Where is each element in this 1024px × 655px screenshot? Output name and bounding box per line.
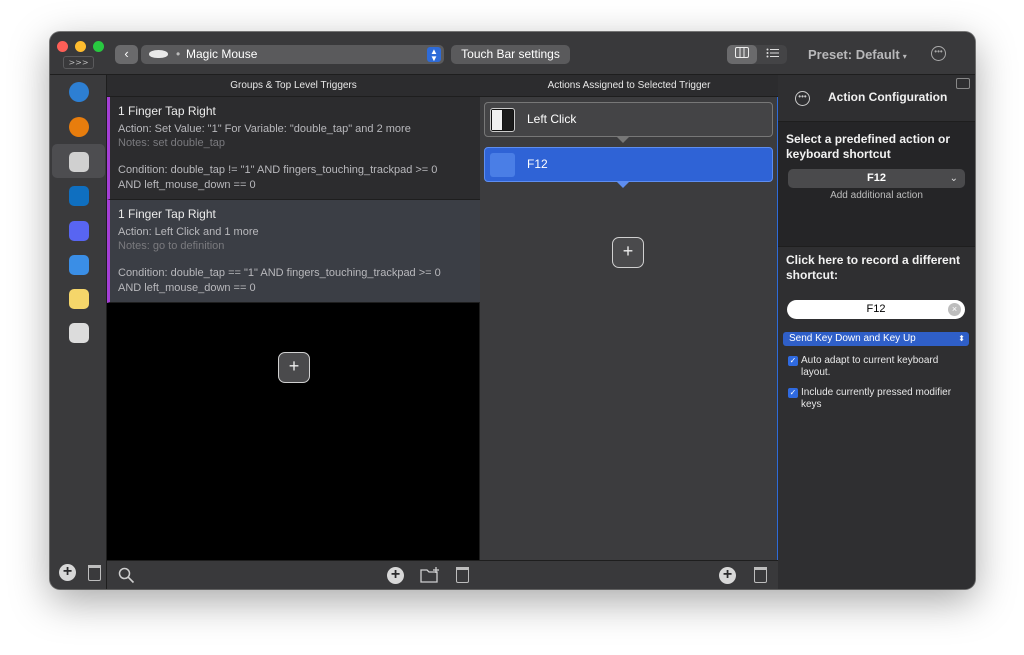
- columns-view-button[interactable]: [727, 45, 757, 64]
- globe-app-icon[interactable]: [69, 82, 89, 102]
- add-additional-action-link[interactable]: Add additional action: [778, 190, 975, 201]
- view-toggle[interactable]: [727, 45, 787, 64]
- title-bar: >>> ‹ • Magic Mouse ▲ ▼ Touch Bar setting…: [50, 32, 975, 75]
- predefined-action-select[interactable]: F12 ⌄: [788, 169, 965, 188]
- magic-mouse-icon: [149, 50, 168, 58]
- device-select[interactable]: • Magic Mouse ▲ ▼: [141, 45, 444, 64]
- trigger-notes: Notes: go to definition: [118, 240, 225, 252]
- trigger-condition: Condition: double_tap == "1" AND fingers…: [118, 267, 441, 294]
- delete-app-icon[interactable]: [88, 565, 101, 581]
- list-icon: [766, 48, 779, 58]
- close-window-button[interactable]: [57, 41, 68, 52]
- shortcut-recorder-field[interactable]: F12 ×: [787, 300, 965, 319]
- trigger-notes: Notes: set double_tap: [118, 137, 226, 149]
- send-mode-select[interactable]: Send Key Down and Key Up ⬍: [783, 332, 969, 346]
- list-view-button[interactable]: [757, 45, 787, 64]
- add-app-button[interactable]: +: [59, 564, 76, 581]
- auto-adapt-checkbox[interactable]: ✓: [788, 356, 798, 366]
- more-options-button[interactable]: •••: [931, 46, 946, 61]
- unity-icon[interactable]: [69, 323, 89, 343]
- triggers-list: 1 Finger Tap Right Action: Set Value: "1…: [107, 97, 480, 560]
- touch-bar-settings-button[interactable]: Touch Bar settings: [451, 45, 570, 64]
- chevron-down-icon: ⌄: [949, 173, 958, 184]
- delete-action-icon[interactable]: [754, 567, 767, 583]
- chevron-down-icon: ▾: [902, 52, 907, 61]
- vscode-icon[interactable]: [69, 186, 89, 206]
- add-trigger-button[interactable]: +: [278, 352, 310, 383]
- config-more-button[interactable]: •••: [795, 91, 810, 106]
- predefined-heading: Select a predefined action or keyboard s…: [786, 132, 951, 161]
- blender-icon[interactable]: [69, 117, 89, 137]
- add-trigger-footer-button[interactable]: +: [387, 567, 404, 584]
- left-click-icon: [490, 108, 515, 132]
- config-title: Action Configuration: [828, 90, 948, 104]
- trigger-row[interactable]: 1 Finger Tap Right Action: Set Value: "1…: [107, 97, 480, 200]
- delete-trigger-icon[interactable]: [456, 567, 469, 583]
- expand-sidebar-button[interactable]: >>>: [63, 56, 94, 69]
- trigger-title: 1 Finger Tap Right: [118, 104, 216, 118]
- action-label: F12: [527, 157, 548, 171]
- device-separator: •: [176, 47, 181, 61]
- actions-list: Left Click F12 +: [480, 97, 778, 560]
- record-shortcut-heading[interactable]: Click here to record a different shortcu…: [786, 253, 966, 283]
- action-item-f12[interactable]: F12: [484, 147, 773, 182]
- notes-icon[interactable]: [69, 289, 89, 309]
- chrome-window-icon[interactable]: [69, 152, 89, 172]
- actions-footer: +: [480, 560, 778, 589]
- trigger-action: Action: Set Value: "1" For Variable: "do…: [118, 123, 411, 135]
- search-icon[interactable]: [118, 567, 135, 584]
- discord-icon[interactable]: [69, 221, 89, 241]
- trigger-row-selected[interactable]: 1 Finger Tap Right Action: Left Click an…: [107, 200, 480, 303]
- trigger-title: 1 Finger Tap Right: [118, 207, 216, 221]
- app-sidebar: +: [50, 75, 107, 589]
- columns-icon: [735, 47, 749, 58]
- minimize-window-button[interactable]: [75, 41, 86, 52]
- keyboard-shortcut-icon: [490, 153, 515, 177]
- auto-adapt-label: Auto adapt to current keyboard layout.: [801, 355, 939, 378]
- add-action-button[interactable]: +: [612, 237, 644, 268]
- detach-window-icon[interactable]: [956, 78, 970, 89]
- device-select-label: Magic Mouse: [186, 47, 258, 61]
- trigger-condition: Condition: double_tap != "1" AND fingers…: [118, 164, 438, 191]
- add-action-footer-button[interactable]: +: [719, 567, 736, 584]
- include-modifiers-label: Include currently pressed modifier keys: [801, 387, 952, 410]
- groups-footer: +: [107, 560, 480, 589]
- stepper-icon: ⬍: [958, 334, 965, 343]
- new-folder-icon[interactable]: [420, 567, 440, 583]
- clear-icon[interactable]: ×: [948, 303, 961, 316]
- action-label: Left Click: [527, 112, 577, 126]
- finder-icon[interactable]: [69, 255, 89, 275]
- preset-menu[interactable]: Preset: Default ▾: [808, 45, 907, 66]
- select-stepper-icon: ▲ ▼: [427, 47, 441, 63]
- zoom-window-button[interactable]: [93, 41, 104, 52]
- back-button[interactable]: ‹: [115, 45, 138, 64]
- action-item-left-click[interactable]: Left Click: [484, 102, 773, 137]
- include-modifiers-checkbox[interactable]: ✓: [788, 388, 798, 398]
- preset-label: Preset: Default: [808, 47, 900, 62]
- action-configuration-panel: ••• Action Configuration Select a predef…: [778, 75, 975, 589]
- connector-notch: [617, 182, 629, 188]
- sidebar-footer: +: [50, 559, 107, 589]
- send-mode-value: Send Key Down and Key Up: [789, 333, 916, 344]
- actions-header: Actions Assigned to Selected Trigger: [480, 75, 778, 97]
- recorded-shortcut-value: F12: [866, 303, 886, 315]
- selected-action-value: F12: [867, 172, 886, 184]
- connector-notch: [617, 137, 629, 143]
- app-window: >>> ‹ • Magic Mouse ▲ ▼ Touch Bar setting…: [50, 32, 975, 589]
- trigger-action: Action: Left Click and 1 more: [118, 226, 259, 238]
- groups-header: Groups & Top Level Triggers: [107, 75, 480, 97]
